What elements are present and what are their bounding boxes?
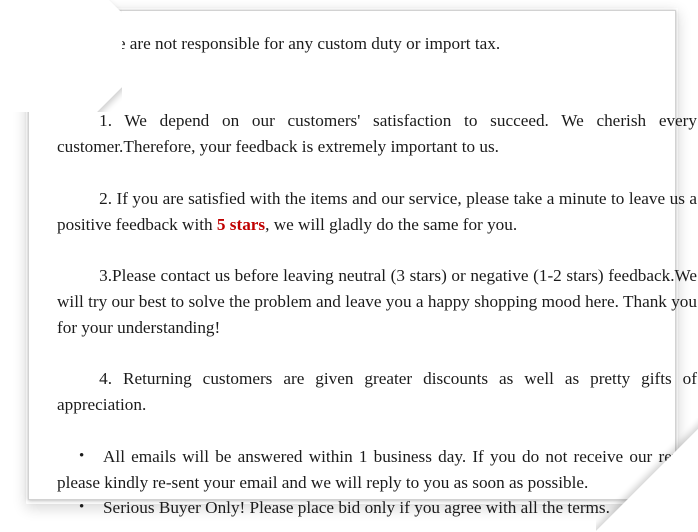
five-stars-highlight: 5 stars [216, 214, 266, 234]
paragraph-3: 3.Please contact us before leaving neutr… [57, 263, 698, 340]
paragraph-2-text-after: , we will gladly do the same for you. [265, 214, 518, 234]
list-item-text [57, 57, 697, 83]
bottom-bullet-list: • All emails will be answered within 1 b… [57, 444, 698, 521]
paragraph-3-text: 3.Please contact us before leaving neutr… [57, 266, 697, 337]
paragraph-1: 1. We depend on our customers' satisfact… [57, 108, 698, 160]
list-item-text: Serious Buyer Only! Please place bid onl… [103, 498, 610, 518]
list-item: • [57, 57, 698, 83]
paragraph-4-text: 4. Returning customers are given greater… [57, 369, 697, 415]
bullet-icon: • [79, 35, 85, 51]
bullet-icon: • [79, 499, 85, 516]
list-item: • All emails will be answered within 1 b… [57, 444, 698, 496]
paragraph-2: 2. If you are satisfied with the items a… [57, 186, 698, 238]
paragraph-4: 4. Returning customers are given greater… [57, 366, 698, 418]
bullet-icon: • [79, 447, 85, 464]
list-item-text: We are not responsible for any custom du… [103, 34, 501, 53]
bullet-icon: • [79, 60, 85, 77]
list-item: • Serious Buyer Only! Please place bid o… [57, 495, 698, 521]
list-item: • We are not responsible for any custom … [57, 31, 698, 57]
terms-document: • We are not responsible for any custom … [57, 31, 698, 521]
paragraph-1-text: 1. We depend on our customers' satisfact… [57, 111, 697, 157]
list-item-text: All emails will be answered within 1 bus… [57, 446, 697, 492]
top-bullet-list: • We are not responsible for any custom … [57, 31, 698, 83]
page-stage: • We are not responsible for any custom … [0, 0, 698, 532]
terms-card: • We are not responsible for any custom … [28, 10, 697, 517]
